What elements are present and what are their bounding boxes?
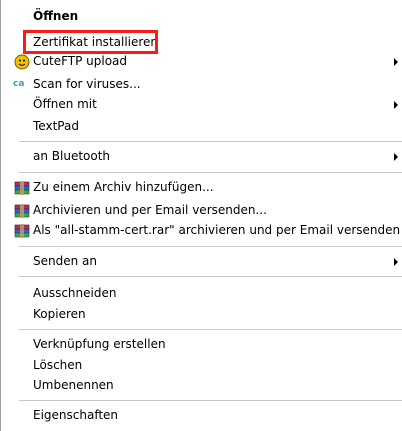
menu-item-archive-as-rar-and-email[interactable]: Als "all-stamm-cert.rar" archivieren und… (1, 220, 402, 241)
menu-item-label: Scan for viruses... (33, 77, 141, 91)
winrar-icon (14, 203, 30, 219)
menu-item-archive-and-email[interactable]: Archivieren und per Email versenden... (1, 200, 402, 221)
submenu-arrow-icon (394, 58, 398, 66)
menu-item-cut[interactable]: Ausschneiden (1, 283, 402, 304)
menu-item-label: Eigenschaften (33, 408, 119, 422)
submenu-arrow-icon (394, 258, 398, 266)
menu-item-label: Umbenennen (33, 378, 114, 392)
menu-item-label: Senden an (33, 254, 97, 268)
menu-separator (19, 400, 402, 401)
menu-item-delete[interactable]: Löschen (1, 355, 402, 376)
menu-item-label: Archivieren und per Email versenden... (33, 203, 267, 217)
menu-item-cuteftp-upload[interactable]: CuteFTP upload (1, 51, 402, 72)
menu-item-rename[interactable]: Umbenennen (1, 375, 402, 396)
submenu-arrow-icon (394, 101, 398, 109)
menu-separator (19, 141, 402, 142)
menu-item-properties[interactable]: Eigenschaften (1, 405, 402, 426)
menu-separator (19, 276, 402, 277)
menu-item-label: Zu einem Archiv hinzufügen... (33, 180, 214, 194)
menu-separator (19, 246, 402, 247)
menu-item-open[interactable]: Öffnen (1, 6, 402, 27)
menu-item-label: CuteFTP upload (33, 54, 128, 68)
menu-item-label: TextPad (33, 119, 79, 133)
menu-item-open-with[interactable]: Öffnen mit (1, 94, 402, 115)
menu-item-textpad[interactable]: TextPad (1, 116, 402, 137)
menu-item-send-to[interactable]: Senden an (1, 251, 402, 272)
highlight-box (23, 30, 158, 54)
menu-separator (19, 329, 402, 330)
menu-item-copy[interactable]: Kopieren (1, 304, 402, 325)
menu-item-create-shortcut[interactable]: Verknüpfung erstellen (1, 334, 402, 355)
menu-item-scan-for-viruses[interactable]: ca Scan for viruses... (1, 74, 402, 95)
menu-item-label: Kopieren (33, 307, 86, 321)
menu-item-label: Ausschneiden (33, 286, 117, 300)
menu-item-add-to-archive[interactable]: Zu einem Archiv hinzufügen... (1, 177, 402, 198)
winrar-icon (14, 180, 30, 196)
menu-separator (19, 172, 402, 173)
menu-item-label: Löschen (33, 358, 83, 372)
cuteftp-icon (14, 54, 30, 70)
winrar-icon (14, 223, 30, 239)
menu-item-label: Öffnen mit (33, 97, 97, 111)
menu-item-label: an Bluetooth (33, 149, 111, 163)
menu-item-label: Öffnen (33, 9, 79, 23)
menu-item-label: Verknüpfung erstellen (33, 337, 166, 351)
antivirus-ca-icon: ca (13, 79, 25, 89)
context-menu: Öffnen Zertifikat installieren CuteFTP u… (0, 0, 402, 431)
menu-item-bluetooth[interactable]: an Bluetooth (1, 146, 402, 167)
submenu-arrow-icon (394, 153, 398, 161)
menu-item-label: Als "all-stamm-cert.rar" archivieren und… (33, 223, 401, 237)
